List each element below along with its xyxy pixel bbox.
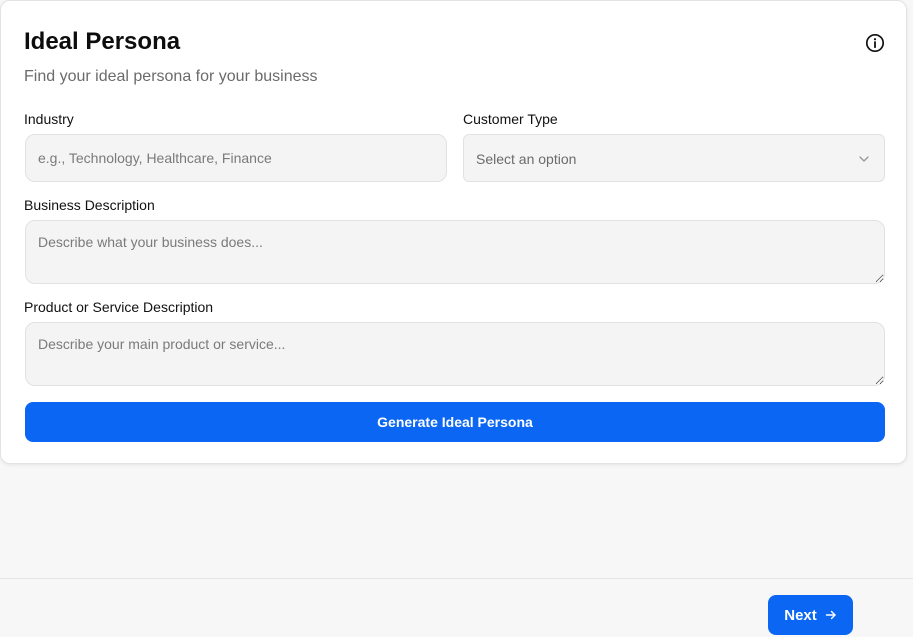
generate-ideal-persona-button[interactable]: Generate Ideal Persona <box>25 402 885 442</box>
ideal-persona-card: Ideal Persona Find your ideal persona fo… <box>0 0 907 464</box>
page-subtitle: Find your ideal persona for your busines… <box>24 68 318 85</box>
page-title: Ideal Persona <box>24 28 181 55</box>
product-description-label: Product or Service Description <box>24 299 214 315</box>
info-icon[interactable] <box>865 33 885 53</box>
arrow-right-icon <box>825 610 836 620</box>
industry-input[interactable] <box>25 134 447 182</box>
business-description-textarea[interactable] <box>25 220 885 284</box>
customer-type-label: Customer Type <box>463 111 558 127</box>
next-button-label: Next <box>784 606 817 624</box>
footer-divider <box>0 578 913 579</box>
chevron-down-icon <box>859 156 869 162</box>
customer-type-select[interactable]: Select an option <box>463 134 885 182</box>
industry-label: Industry <box>24 111 74 127</box>
customer-type-selected-value: Select an option <box>476 151 577 167</box>
business-description-label: Business Description <box>24 197 155 213</box>
product-description-textarea[interactable] <box>25 322 885 386</box>
next-button[interactable]: Next <box>768 595 853 635</box>
